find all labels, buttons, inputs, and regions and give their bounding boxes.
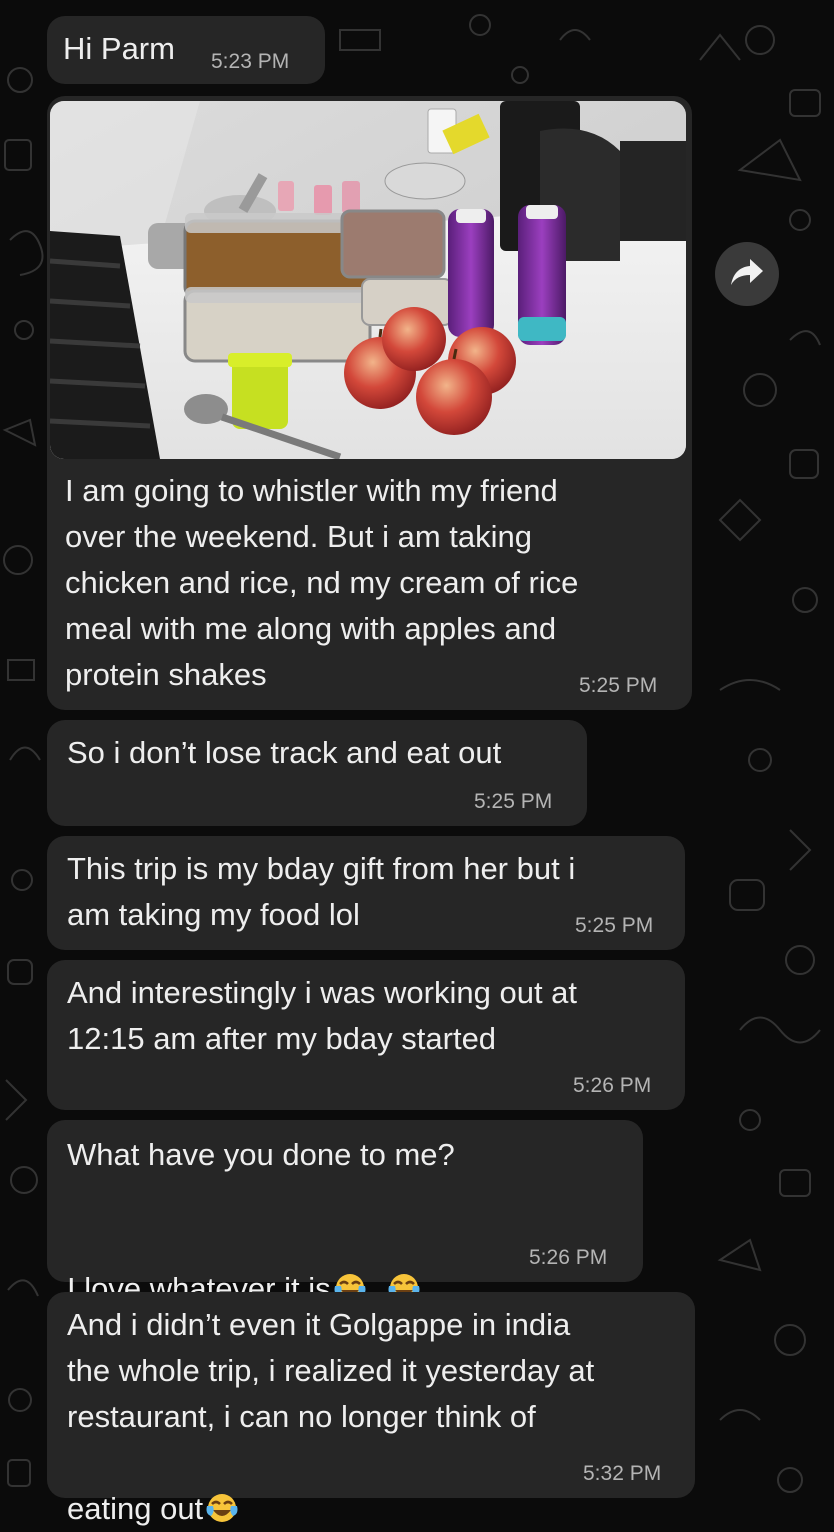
message-timestamp: 5:32 PM (583, 1462, 662, 1485)
message-bubble[interactable]: And i didn’t even it Golgappe in india t… (47, 1292, 695, 1526)
message-text: And interestingly i was working out at 1… (67, 975, 578, 1056)
message-bubble[interactable]: Hi Parm 5:23 PM (47, 16, 325, 84)
message-bubble[interactable]: This trip is my bday gift from her but i… (47, 836, 685, 950)
tears-of-joy-emoji (205, 1492, 239, 1524)
message-timestamp: 5:26 PM (573, 1074, 652, 1097)
message-bubble[interactable]: And interestingly i was working out at 1… (47, 960, 685, 1110)
message-text: Hi Parm (63, 31, 175, 66)
message-text: I am going to whistler with my friend ov… (65, 473, 579, 692)
forward-arrow-icon (730, 257, 764, 292)
message-text: This trip is my bday gift from her but i… (67, 851, 576, 932)
message-text: eating out (67, 1440, 239, 1532)
message-timestamp: 5:23 PM (211, 50, 290, 73)
message-timestamp: 5:25 PM (575, 914, 654, 937)
message-text: What have you done to me? (67, 1137, 455, 1172)
message-text: So i don’t lose track and eat out (67, 735, 502, 770)
food-prep-photo[interactable] (50, 101, 686, 459)
message-bubble[interactable]: What have you done to me? I love whateve… (47, 1120, 643, 1306)
message-text: And i didn’t even it Golgappe in india t… (67, 1307, 595, 1434)
message-text-line: eating out (67, 1491, 204, 1526)
message-bubble[interactable]: So i don’t lose track and eat out 5:25 P… (47, 720, 587, 826)
message-timestamp: 5:25 PM (579, 674, 658, 697)
message-timestamp: 5:26 PM (529, 1246, 608, 1269)
message-timestamp: 5:25 PM (474, 790, 553, 813)
forward-button[interactable] (715, 242, 779, 306)
